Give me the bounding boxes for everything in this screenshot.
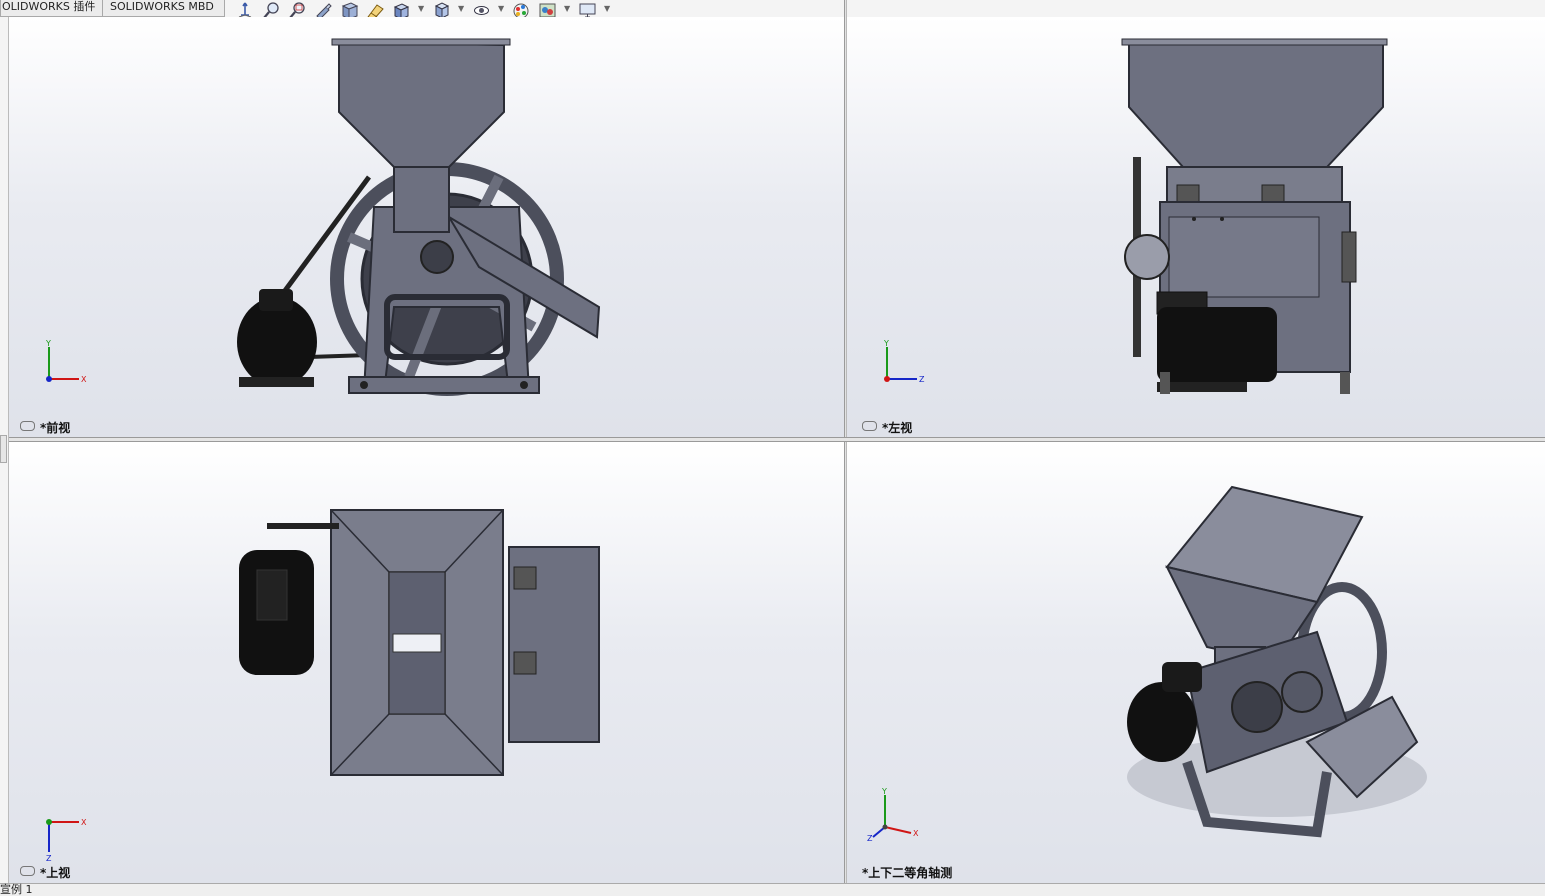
axis-label-x: X	[913, 829, 919, 838]
axis-triad-dimetric: Y X Z	[865, 787, 925, 846]
model-left-view	[1121, 38, 1388, 394]
viewport-label-left: *左视	[862, 421, 912, 435]
viewport-splitter-horizontal[interactable]	[9, 437, 1545, 442]
viewport-left[interactable]: Y Z *左视	[847, 17, 1545, 437]
command-tab-bar: OLIDWORKS 插件 SOLIDWORKS MBD	[0, 0, 1545, 17]
tab-solidworks-plugins[interactable]: OLIDWORKS 插件	[0, 0, 103, 17]
axis-triad-left: Y Z	[879, 339, 929, 393]
axis-label-z: Z	[867, 834, 873, 842]
axis-triad-front: Y X	[41, 339, 91, 393]
link-view-icon	[20, 421, 35, 431]
axis-label-y: Y	[883, 339, 889, 348]
status-text: 宣例 1	[0, 883, 33, 896]
chevron-down-icon[interactable]: ▼	[604, 3, 610, 15]
axis-label-z: Z	[919, 375, 925, 384]
model-top-view	[239, 509, 600, 776]
chevron-down-icon[interactable]: ▼	[498, 3, 504, 15]
viewport-dimetric[interactable]: Y X Z *上下二等角轴测	[847, 442, 1545, 883]
model-dimetric-view	[1127, 485, 1427, 838]
viewport-front[interactable]: Y X *前视	[9, 17, 844, 437]
tab-solidworks-mbd[interactable]: SOLIDWORKS MBD	[102, 0, 225, 17]
viewport-label-dimetric: *上下二等角轴测	[862, 866, 953, 880]
chevron-down-icon[interactable]: ▼	[458, 3, 464, 15]
axis-label-x: X	[81, 375, 87, 384]
link-view-icon	[862, 421, 877, 431]
axis-label-y: Y	[45, 339, 51, 348]
viewport-label-top: *上视	[20, 866, 70, 880]
link-view-icon	[20, 866, 35, 876]
viewport-label-front: *前视	[20, 421, 70, 435]
axis-label-z: Z	[46, 854, 52, 862]
splitter-handle[interactable]	[0, 435, 7, 463]
feature-manager-collapsed-strip[interactable]	[0, 17, 9, 883]
chevron-down-icon[interactable]: ▼	[564, 3, 570, 15]
status-bar: 宣例 1	[0, 883, 1545, 896]
model-front-view	[237, 38, 601, 396]
axis-triad-top: X Z	[41, 812, 91, 866]
axis-label-y: Y	[881, 787, 887, 796]
chevron-down-icon[interactable]: ▼	[418, 3, 424, 15]
viewport-top[interactable]: X Z *上视	[9, 442, 844, 883]
axis-label-x: X	[81, 818, 87, 827]
